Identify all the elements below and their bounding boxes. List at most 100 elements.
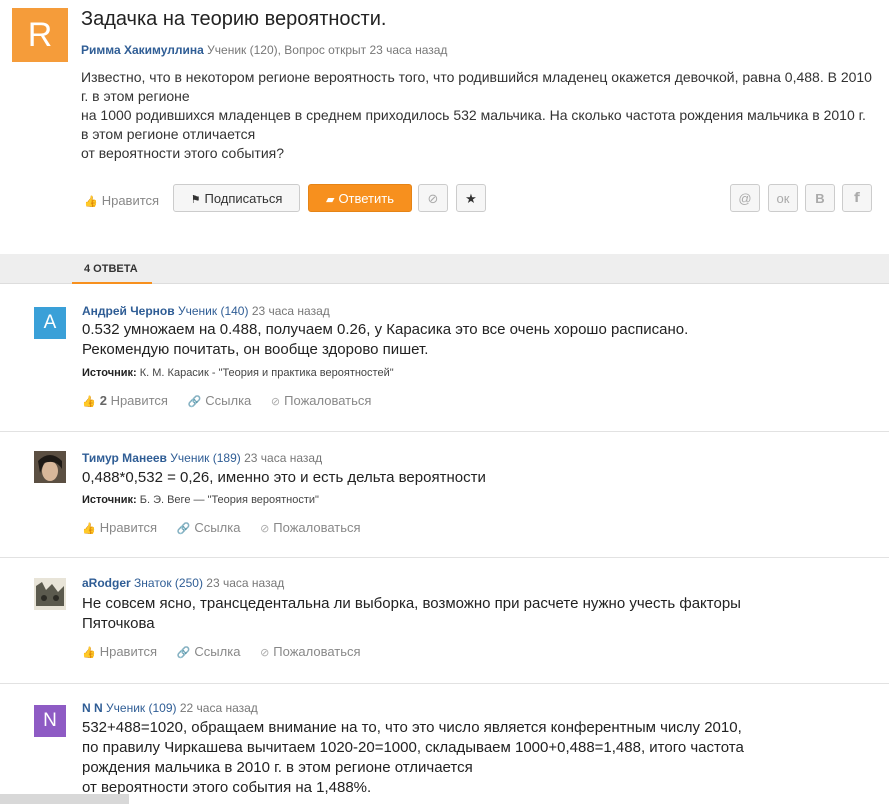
- answer-time: 23 часа назад: [251, 304, 330, 318]
- answer-text: 0,488*0,532 = 0,26, именно это и есть де…: [82, 468, 862, 488]
- share-mail-button[interactable]: @: [730, 184, 760, 212]
- answer-link-label: Ссылка: [194, 520, 241, 535]
- answer-like-label: Нравится: [99, 644, 158, 659]
- answer-like-button[interactable]: 👍 Нравится: [82, 644, 157, 659]
- answer-text: 532+488=1020, обращаем внимание на то, ч…: [82, 718, 862, 798]
- answer-text-line: Рекомендую почитать, он вообще здорово п…: [82, 341, 429, 358]
- answer-rank: Ученик (189): [170, 451, 241, 465]
- answer-text-line: рождения мальчика в 2010 г. в этом регио…: [82, 759, 473, 776]
- answer-text: 0.532 умножаем на 0.488, получаем 0.26, …: [82, 320, 862, 360]
- answer-avatar[interactable]: [34, 578, 66, 610]
- question-meta: Римма Хакимуллина Ученик (120), Вопрос о…: [81, 43, 447, 57]
- answer-author-link[interactable]: aRodger: [82, 576, 131, 590]
- answer-report-label: Пожаловаться: [273, 644, 361, 659]
- answer-item: aRodger Знаток (250) 23 часа назад Не со…: [0, 558, 889, 684]
- answer-item: A Андрей Чернов Ученик (140) 23 часа наз…: [0, 284, 889, 432]
- block-icon: ⊘: [260, 647, 270, 659]
- answer-button[interactable]: ▰ Ответить: [308, 184, 412, 212]
- answer-source: Источник: Б. Э. Веге — "Теория вероятнос…: [82, 494, 319, 506]
- block-icon: ⊘: [260, 523, 270, 535]
- block-icon: ⊘: [427, 191, 439, 206]
- question-author-link[interactable]: Римма Хакимуллина: [81, 43, 204, 57]
- answer-report-button[interactable]: ⊘ Пожаловаться: [271, 393, 372, 408]
- spam-button[interactable]: ⊘: [418, 184, 448, 212]
- answer-link-button[interactable]: 🔗 Ссылка: [177, 644, 241, 659]
- avatar-image: [34, 451, 66, 483]
- link-icon: 🔗: [187, 396, 202, 408]
- answer-avatar[interactable]: A: [34, 307, 66, 339]
- question-like-label: Нравится: [101, 193, 160, 208]
- answer-link-label: Ссылка: [194, 644, 241, 659]
- question-avatar[interactable]: R: [12, 8, 68, 62]
- answer-time: 22 часа назад: [179, 701, 258, 715]
- at-icon: @: [738, 191, 752, 206]
- question-actions: 👍 Нравится ⚑ Подписаться ▰ Ответить ⊘ ★ @ о…: [12, 182, 882, 214]
- answer-actions: 👍 Нравится 🔗 Ссылка ⊘ Пожаловаться: [82, 520, 377, 535]
- subscribe-button[interactable]: ⚑ Подписаться: [173, 184, 300, 212]
- thumbs-up-icon: 👍: [84, 196, 98, 208]
- facebook-icon: f: [854, 191, 860, 206]
- bookmark-icon: ⚑: [190, 194, 201, 206]
- answer-text-line: 532+488=1020, обращаем внимание на то, ч…: [82, 719, 742, 736]
- answer-rank: Ученик (140): [177, 304, 249, 318]
- answer-text-line: 0.532 умножаем на 0.488, получаем 0.26, …: [82, 321, 689, 338]
- question-body-line: Известно, что в некотором регионе вероят…: [81, 69, 872, 104]
- horizontal-scrollbar[interactable]: [0, 794, 129, 804]
- answer-author-link[interactable]: N N: [82, 701, 103, 715]
- answer-time: 23 часа назад: [206, 576, 285, 590]
- link-icon: 🔗: [176, 523, 191, 535]
- answer-text-line: по правилу Чиркашева вычитаем 1020-20=10…: [82, 739, 744, 756]
- answer-like-button[interactable]: 👍 Нравится: [82, 520, 157, 535]
- answer-meta: Андрей Чернов Ученик (140) 23 часа назад: [82, 304, 330, 318]
- vk-icon: В: [815, 191, 825, 206]
- share-facebook-button[interactable]: f: [842, 184, 872, 212]
- answer-report-button[interactable]: ⊘ Пожаловаться: [260, 520, 361, 535]
- answer-author-link[interactable]: Тимур Манеев: [82, 451, 167, 465]
- avatar-image: [34, 578, 66, 610]
- thumbs-up-icon: 👍: [82, 396, 96, 408]
- answer-like-label: Нравится: [110, 393, 168, 408]
- answer-meta: aRodger Знаток (250) 23 часа назад: [82, 576, 284, 590]
- answer-avatar[interactable]: [34, 451, 66, 483]
- subscribe-label: Подписаться: [204, 191, 283, 206]
- answer-like-count: 2: [99, 393, 107, 408]
- question-like-button[interactable]: 👍 Нравится: [84, 193, 159, 208]
- answer-text-line: 0,488*0,532 = 0,26, именно это и есть де…: [82, 469, 486, 486]
- star-icon: ★: [465, 191, 477, 206]
- question-meta-text: Ученик (120), Вопрос открыт 23 часа наза…: [203, 43, 448, 57]
- answer-source-text: Б. Э. Веге — "Теория вероятности": [139, 494, 319, 506]
- tab-answers[interactable]: 4 ОТВЕТА: [84, 263, 138, 275]
- answer-report-button[interactable]: ⊘ Пожаловаться: [260, 644, 361, 659]
- answer-link-button[interactable]: 🔗 Ссылка: [177, 520, 241, 535]
- answer-item: N N N Ученик (109) 22 часа назад 532+488…: [0, 684, 889, 804]
- answer-actions: 👍 Нравится 🔗 Ссылка ⊘ Пожаловаться: [82, 644, 377, 659]
- question-title: Задачка на теорию вероятности.: [81, 8, 387, 30]
- answer-text: Не совсем ясно, трансцедентальна ли выбо…: [82, 594, 862, 634]
- answer-source: Источник: К. М. Карасик - "Теория и прак…: [82, 367, 394, 379]
- answer-source-label: Источник:: [82, 494, 137, 506]
- answer-text-line: Не совсем ясно, трансцедентальна ли выбо…: [82, 595, 741, 612]
- favorite-button[interactable]: ★: [456, 184, 486, 212]
- answer-text-line: Пяточкова: [82, 615, 155, 632]
- link-icon: 🔗: [176, 647, 191, 659]
- answer-author-link[interactable]: Андрей Чернов: [82, 304, 175, 318]
- answer-link-label: Ссылка: [205, 393, 252, 408]
- answer-report-label: Пожаловаться: [284, 393, 372, 408]
- question-body-line: на 1000 родившихся младенцев в среднем п…: [81, 107, 866, 142]
- thumbs-up-icon: 👍: [82, 523, 96, 535]
- answer-item: Тимур Манеев Ученик (189) 23 часа назад …: [0, 432, 889, 558]
- odnoklassniki-icon: ок: [776, 191, 790, 206]
- thumbs-up-icon: 👍: [82, 647, 96, 659]
- answer-label: Ответить: [338, 191, 395, 206]
- share-vk-button[interactable]: В: [805, 184, 835, 212]
- share-ok-button[interactable]: ок: [768, 184, 798, 212]
- answer-report-label: Пожаловаться: [273, 520, 361, 535]
- question-body-line: от вероятности этого события?: [81, 145, 285, 161]
- answer-rank: Ученик (109): [106, 701, 177, 715]
- answer-meta: N N Ученик (109) 22 часа назад: [82, 701, 258, 715]
- answer-like-label: Нравится: [99, 520, 158, 535]
- answer-time: 23 часа назад: [244, 451, 323, 465]
- answer-avatar[interactable]: N: [34, 705, 66, 737]
- answer-like-button[interactable]: 👍 2 Нравится: [82, 393, 168, 408]
- answer-link-button[interactable]: 🔗 Ссылка: [188, 393, 252, 408]
